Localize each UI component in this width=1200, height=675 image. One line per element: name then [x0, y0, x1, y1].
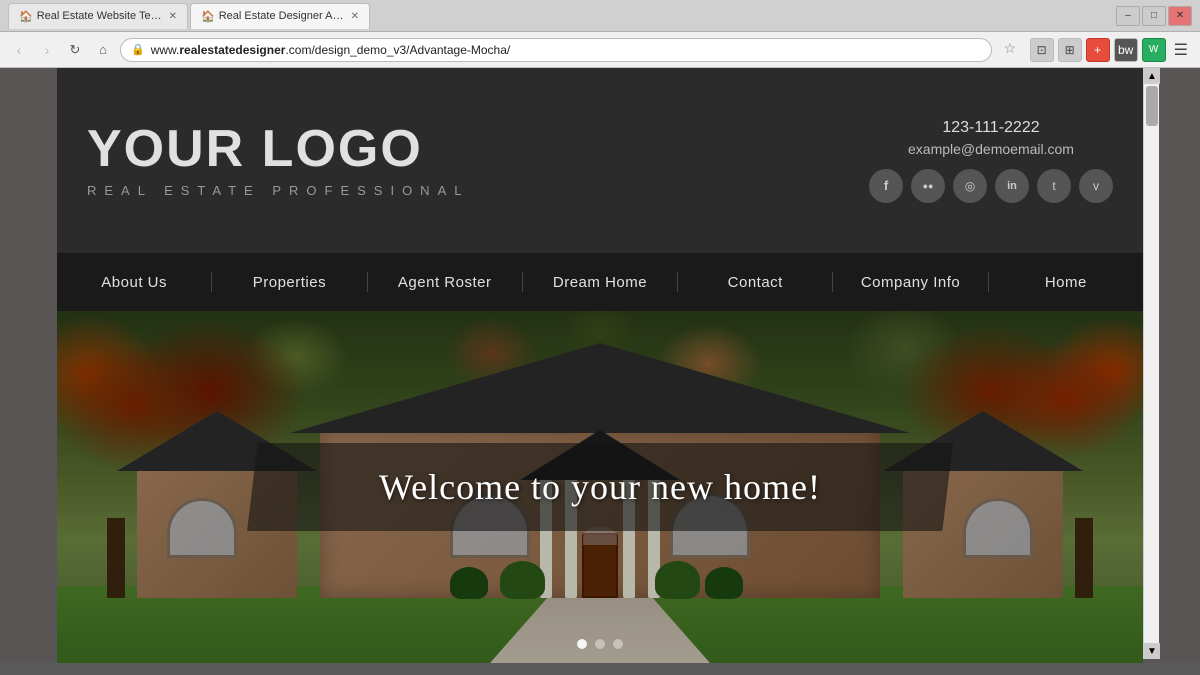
bookmark-star-icon[interactable]: ☆ — [1004, 40, 1024, 60]
title-bar: 🏠 Real Estate Website Temp... ✕ 🏠 Real E… — [0, 0, 1200, 32]
tab-favicon-1: 🏠 — [19, 10, 33, 23]
nav-link-agent-roster: Agent Roster — [398, 274, 492, 291]
scroll-arrow-up[interactable]: ▲ — [1144, 68, 1160, 84]
toolbar-right-icons: ⊡ ⊞ + bw W ☰ — [1030, 38, 1192, 62]
nav-link-home: Home — [1045, 274, 1087, 291]
close-icon: ✕ — [1176, 10, 1184, 21]
tab-close-1[interactable]: ✕ — [169, 11, 177, 22]
nav-item-agent-roster[interactable]: Agent Roster — [368, 253, 522, 311]
phone-number: 123-111-2222 — [869, 119, 1113, 137]
scrollbar-thumb[interactable] — [1146, 86, 1158, 126]
scroll-arrow-down[interactable]: ▼ — [1144, 643, 1160, 659]
back-button[interactable]: ‹ — [8, 39, 30, 61]
tab-label-2: Real Estate Designer Adva... — [219, 10, 345, 22]
browser-toolbar: ‹ › ↻ ⌂ 🔒 www.realestatedesigner.com/des… — [0, 32, 1200, 68]
maximize-button[interactable]: □ — [1142, 6, 1166, 26]
nav-link-company-info: Company Info — [861, 274, 960, 291]
hero-section: Welcome to your new home! — [57, 311, 1143, 663]
address-domain: realestatedesigner — [179, 43, 285, 57]
site-nav: About Us Properties Agent Roster Dream H… — [57, 253, 1143, 311]
hero-text-band: Welcome to your new home! — [247, 443, 953, 531]
social-icons-row: f ●● ◎ in t v — [869, 169, 1113, 203]
page-background: YOUR LOGO REAL ESTATE PROFESSIONAL 123-1… — [0, 68, 1200, 663]
dot-3[interactable] — [613, 639, 623, 649]
contact-area: 123-111-2222 example@demoemail.com f ●● … — [869, 119, 1113, 203]
vimeo-icon[interactable]: v — [1079, 169, 1113, 203]
hero-background: Welcome to your new home! — [57, 311, 1143, 663]
browser-window: 🏠 Real Estate Website Temp... ✕ 🏠 Real E… — [0, 0, 1200, 68]
website-container: YOUR LOGO REAL ESTATE PROFESSIONAL 123-1… — [57, 68, 1143, 663]
address-text: www.realestatedesigner.com/design_demo_v… — [151, 43, 511, 57]
nav-link-dream-home: Dream Home — [553, 274, 647, 291]
minimize-button[interactable]: – — [1116, 6, 1140, 26]
tab-close-2[interactable]: ✕ — [351, 11, 359, 22]
menu-button[interactable]: ☰ — [1170, 38, 1192, 62]
dot-1[interactable] — [577, 639, 587, 649]
addon-green-button[interactable]: W — [1142, 38, 1166, 62]
hero-welcome-text: Welcome to your new home! — [379, 466, 821, 508]
home-button[interactable]: ⌂ — [92, 39, 114, 61]
facebook-icon[interactable]: f — [869, 169, 903, 203]
nav-link-about: About Us — [101, 274, 167, 291]
tab-active[interactable]: 🏠 Real Estate Designer Adva... ✕ — [190, 3, 370, 29]
logo-text: YOUR LOGO — [87, 123, 869, 175]
addon-bw-button[interactable]: bw — [1114, 38, 1138, 62]
addon-red-button[interactable]: + — [1086, 38, 1110, 62]
site-header: YOUR LOGO REAL ESTATE PROFESSIONAL 123-1… — [57, 68, 1143, 253]
window-controls: – □ ✕ — [1116, 6, 1192, 26]
email-address: example@demoemail.com — [869, 141, 1113, 157]
close-button[interactable]: ✕ — [1168, 6, 1192, 26]
forward-button[interactable]: › — [36, 39, 58, 61]
dot-2[interactable] — [595, 639, 605, 649]
tagline: REAL ESTATE PROFESSIONAL — [87, 183, 869, 198]
flickr-icon[interactable]: ●● — [911, 169, 945, 203]
maximize-icon: □ — [1151, 10, 1157, 21]
refresh-button[interactable]: ↻ — [64, 39, 86, 61]
linkedin-icon[interactable]: in — [995, 169, 1029, 203]
address-path: .com/design_demo_v3/Advantage-Mocha/ — [285, 43, 510, 57]
tab-favicon-2: 🏠 — [201, 10, 215, 23]
screen-button[interactable]: ⊡ — [1030, 38, 1054, 62]
nav-link-contact: Contact — [728, 274, 783, 291]
nav-item-home[interactable]: Home — [989, 253, 1143, 311]
nav-item-contact[interactable]: Contact — [678, 253, 832, 311]
twitter-icon[interactable]: t — [1037, 169, 1071, 203]
tab-inactive[interactable]: 🏠 Real Estate Website Temp... ✕ — [8, 3, 188, 29]
nav-link-properties: Properties — [253, 274, 326, 291]
zoom-button[interactable]: ⊞ — [1058, 38, 1082, 62]
lock-icon: 🔒 — [131, 43, 145, 56]
nav-item-about[interactable]: About Us — [57, 253, 211, 311]
instagram-icon[interactable]: ◎ — [953, 169, 987, 203]
logo-area: YOUR LOGO REAL ESTATE PROFESSIONAL — [87, 123, 869, 198]
nav-item-company-info[interactable]: Company Info — [833, 253, 987, 311]
nav-item-dream-home[interactable]: Dream Home — [523, 253, 677, 311]
address-bar[interactable]: 🔒 www.realestatedesigner.com/design_demo… — [120, 38, 992, 62]
slider-dots — [577, 639, 623, 649]
tab-label-1: Real Estate Website Temp... — [37, 10, 163, 22]
address-protocol: www. — [151, 43, 180, 57]
minimize-icon: – — [1125, 10, 1131, 21]
nav-menu: About Us Properties Agent Roster Dream H… — [57, 253, 1143, 311]
nav-item-properties[interactable]: Properties — [212, 253, 366, 311]
scrollbar[interactable]: ▲ ▼ — [1143, 68, 1159, 659]
